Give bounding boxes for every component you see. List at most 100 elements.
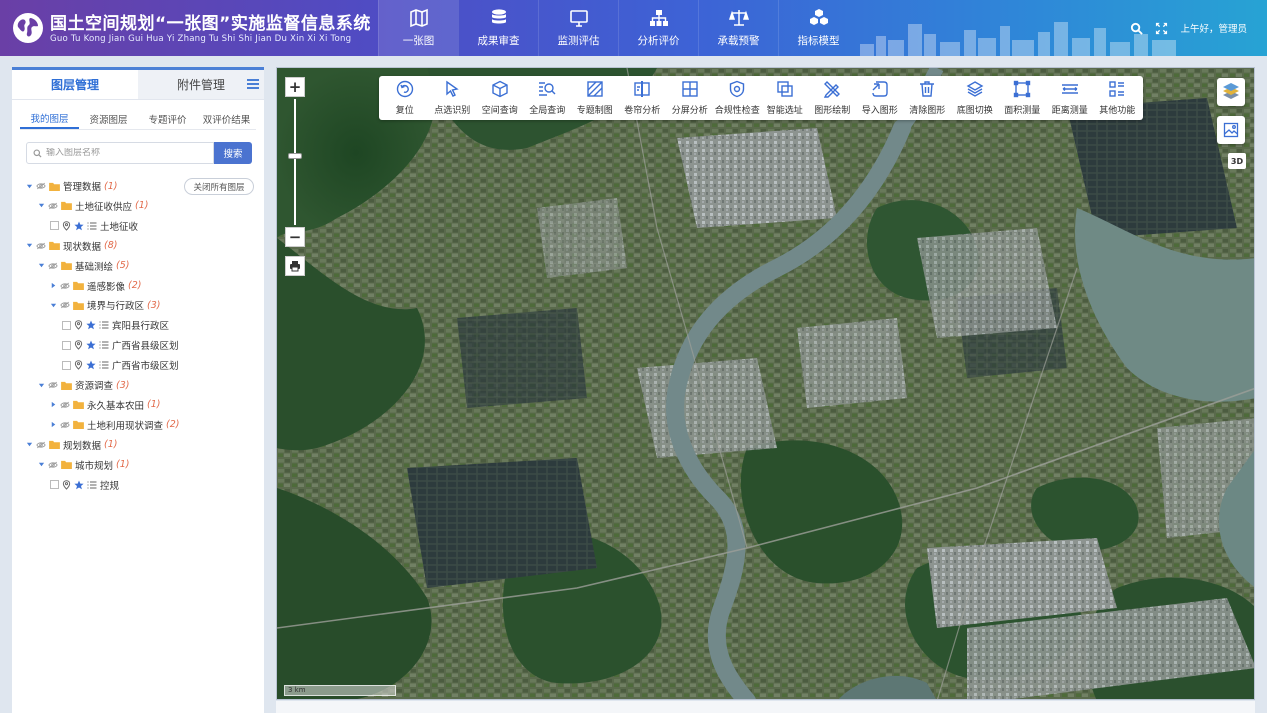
caret-right-icon[interactable]: [50, 401, 57, 408]
location-pin-icon[interactable]: [74, 340, 83, 350]
legend-list-icon[interactable]: [99, 361, 109, 369]
visibility-off-icon[interactable]: [60, 301, 70, 309]
caret-down-icon[interactable]: [50, 302, 57, 309]
hamburger-menu-icon[interactable]: [246, 77, 260, 91]
tool-swipe-analysis[interactable]: 卷帘分析: [619, 76, 667, 120]
zoom-out-button[interactable]: −: [285, 227, 305, 247]
visibility-off-icon[interactable]: [60, 421, 70, 429]
visibility-off-icon[interactable]: [48, 202, 58, 210]
tree-node-guangxi-city-divisions[interactable]: 广西省市级区划: [62, 357, 179, 373]
layer-checkbox[interactable]: [62, 320, 71, 330]
legend-list-icon[interactable]: [87, 222, 97, 230]
nav-item-analysis-evaluation[interactable]: 分析评价: [618, 0, 698, 56]
nav-item-result-review[interactable]: 成果审查: [458, 0, 538, 56]
nav-item-indicator-model[interactable]: 指标模型: [778, 0, 858, 56]
caret-down-icon[interactable]: [38, 461, 45, 468]
layer-checkbox[interactable]: [50, 221, 59, 231]
zoom-slider-track[interactable]: [294, 99, 296, 225]
tree-node-management-data[interactable]: 管理数据 (1): [26, 178, 117, 194]
caret-down-icon[interactable]: [26, 441, 33, 448]
caret-down-icon[interactable]: [38, 202, 45, 209]
search-button[interactable]: 搜索: [214, 142, 252, 164]
star-icon[interactable]: [86, 340, 96, 350]
tree-node-guangxi-county-divisions[interactable]: 广西省县级区划: [62, 337, 179, 353]
location-pin-icon[interactable]: [62, 221, 71, 231]
caret-down-icon[interactable]: [26, 183, 33, 190]
visibility-off-icon[interactable]: [48, 461, 58, 469]
print-button[interactable]: [285, 256, 305, 276]
layer-checkbox[interactable]: [50, 480, 59, 489]
layer-name-input[interactable]: [46, 148, 196, 158]
tool-basemap-switch[interactable]: 底图切换: [951, 76, 999, 120]
tree-node-boundaries-admin-districts[interactable]: 境界与行政区 (3): [50, 297, 160, 313]
visibility-off-icon[interactable]: [60, 401, 70, 409]
tool-compliance-check[interactable]: 合规性检查: [714, 76, 762, 120]
tool-shape-drawing[interactable]: 图形绘制: [809, 76, 857, 120]
caret-down-icon[interactable]: [38, 382, 45, 389]
satellite-imagery[interactable]: [277, 68, 1255, 700]
nav-item-capacity-warning[interactable]: 承载预警: [698, 0, 778, 56]
tab-layer-management[interactable]: 图层管理: [12, 70, 138, 99]
layer-stack-button[interactable]: [1217, 78, 1245, 106]
tool-clear-shapes[interactable]: 清除图形: [904, 76, 952, 120]
tree-node-remote-sensing-imagery[interactable]: 遥感影像 (2): [50, 278, 141, 294]
sub-tab-my-layers[interactable]: 我的图层: [20, 108, 79, 129]
tool-thematic-mapping[interactable]: 专题制图: [571, 76, 619, 120]
tree-node-land-acquisition-supply[interactable]: 土地征收供应 (1): [38, 198, 148, 214]
visibility-off-icon[interactable]: [36, 182, 46, 190]
tree-node-regulatory-plan[interactable]: 控规: [50, 477, 119, 493]
tool-split-screen-analysis[interactable]: 分屏分析: [666, 76, 714, 120]
tree-node-resource-survey[interactable]: 资源调查 (3): [38, 377, 129, 393]
tree-node-permanent-basic-farmland[interactable]: 永久基本农田 (1): [50, 397, 160, 413]
sub-tab-resource-layers[interactable]: 资源图层: [79, 108, 138, 129]
search-icon[interactable]: [1130, 22, 1144, 35]
tree-node-land-use-survey[interactable]: 土地利用现状调查 (2): [50, 417, 179, 433]
star-icon[interactable]: [74, 480, 84, 490]
legend-list-icon[interactable]: [87, 481, 97, 489]
layer-checkbox[interactable]: [62, 340, 71, 350]
tool-global-query[interactable]: 全局查询: [524, 76, 572, 120]
tool-point-identify[interactable]: 点选识别: [429, 76, 477, 120]
fullscreen-icon[interactable]: [1155, 22, 1168, 35]
tool-reset[interactable]: 复位: [381, 76, 429, 120]
visibility-off-icon[interactable]: [60, 282, 70, 290]
user-greeting[interactable]: 上午好，管理员: [1180, 21, 1247, 35]
tool-spatial-query[interactable]: 空间查询: [476, 76, 524, 120]
tool-smart-site-selection[interactable]: 智能选址: [761, 76, 809, 120]
location-pin-icon[interactable]: [62, 479, 71, 490]
location-pin-icon[interactable]: [74, 320, 83, 331]
legend-list-icon[interactable]: [99, 341, 109, 349]
close-all-layers-button[interactable]: 关闭所有图层: [184, 178, 254, 195]
caret-right-icon[interactable]: [50, 282, 57, 289]
star-icon[interactable]: [86, 320, 96, 330]
visibility-off-icon[interactable]: [36, 242, 46, 250]
layer-checkbox[interactable]: [62, 360, 71, 370]
tree-node-current-data[interactable]: 现状数据 (8): [26, 238, 117, 254]
tool-import-shape[interactable]: 导入图形: [856, 76, 904, 120]
tool-distance-measure[interactable]: 距离测量: [1046, 76, 1094, 120]
star-icon[interactable]: [74, 221, 84, 231]
3d-toggle-button[interactable]: 3D: [1228, 153, 1246, 169]
tree-node-planning-data[interactable]: 规划数据 (1): [26, 437, 117, 453]
nav-item-monitor-evaluation[interactable]: 监测评估: [538, 0, 618, 56]
zoom-in-button[interactable]: +: [285, 77, 305, 97]
legend-list-icon[interactable]: [99, 321, 109, 329]
caret-down-icon[interactable]: [26, 242, 33, 249]
image-view-button[interactable]: [1217, 116, 1245, 144]
map-view[interactable]: [276, 67, 1255, 700]
zoom-slider-handle[interactable]: [288, 153, 302, 159]
star-icon[interactable]: [86, 360, 96, 370]
sub-tab-thematic-evaluation[interactable]: 专题评价: [138, 108, 197, 129]
visibility-off-icon[interactable]: [48, 262, 58, 270]
visibility-off-icon[interactable]: [48, 381, 58, 389]
caret-down-icon[interactable]: [38, 262, 45, 269]
caret-right-icon[interactable]: [50, 421, 57, 428]
visibility-off-icon[interactable]: [36, 441, 46, 449]
tree-node-basic-surveying[interactable]: 基础测绘 (5): [38, 258, 129, 274]
tree-node-urban-planning[interactable]: 城市规划 (1): [38, 457, 129, 473]
tree-node-land-acquisition[interactable]: 土地征收: [50, 218, 138, 234]
nav-item-one-map[interactable]: 一张图: [378, 0, 458, 56]
location-pin-icon[interactable]: [74, 360, 83, 370]
sub-tab-dual-evaluation-results[interactable]: 双评价结果: [197, 108, 256, 129]
tree-node-binyang-county-district[interactable]: 宾阳县行政区: [62, 317, 169, 333]
